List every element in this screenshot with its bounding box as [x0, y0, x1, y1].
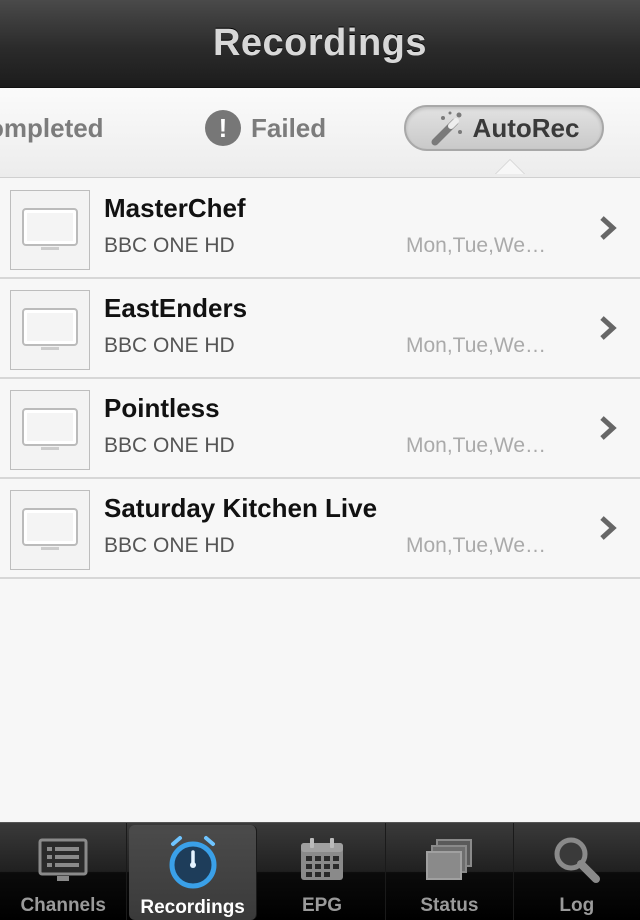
segmented-control: ompleted ! Failed AutoRec: [0, 88, 640, 178]
chevron-right-icon: [600, 516, 617, 540]
recording-days: Mon,Tue,We…: [406, 334, 547, 357]
recording-title: Saturday Kitchen Live: [104, 493, 378, 523]
recording-channel: BBC ONE HD: [104, 334, 235, 357]
tab-channels-label: Channels: [20, 895, 106, 916]
magnifier-icon: [552, 835, 602, 885]
recording-days: Mon,Tue,We…: [406, 234, 547, 257]
tv-thumbnail-icon: [10, 390, 90, 470]
tab-status-label: Status: [420, 895, 479, 916]
segment-autorec-label: AutoRec: [472, 112, 580, 143]
calendar-icon: [298, 835, 346, 885]
tv-thumbnail-icon: [10, 190, 90, 270]
list-item[interactable]: Saturday Kitchen Live BBC ONE HD Mon,Tue…: [0, 479, 640, 579]
tv-thumbnail-icon: [10, 490, 90, 570]
chevron-right-icon: [600, 216, 617, 240]
tab-bar: Channels Recordings EPG Status Log: [0, 822, 640, 920]
recordings-list: MasterChef BBC ONE HD Mon,Tue,We… EastEn…: [0, 179, 640, 579]
list-item[interactable]: MasterChef BBC ONE HD Mon,Tue,We…: [0, 179, 640, 279]
tab-log-label: Log: [559, 895, 595, 916]
tab-recordings[interactable]: Recordings: [129, 825, 257, 920]
tab-recordings-label: Recordings: [140, 897, 245, 918]
recording-title: Pointless: [104, 393, 220, 423]
tv-thumbnail-icon: [10, 290, 90, 370]
segment-failed-label: Failed: [251, 112, 327, 143]
recording-channel: BBC ONE HD: [104, 434, 235, 457]
stopwatch-icon: [165, 836, 221, 889]
channels-list-icon: [37, 835, 89, 885]
list-item[interactable]: Pointless BBC ONE HD Mon,Tue,We…: [0, 379, 640, 479]
chevron-right-icon: [600, 316, 617, 340]
stacked-windows-icon: [423, 835, 475, 885]
recording-title: EastEnders: [104, 293, 248, 323]
tab-channels[interactable]: Channels: [0, 823, 128, 920]
exclamation-icon: !: [205, 110, 241, 146]
nav-bar: Recordings: [0, 0, 640, 88]
recording-days: Mon,Tue,We…: [406, 434, 547, 457]
list-item[interactable]: EastEnders BBC ONE HD Mon,Tue,We…: [0, 279, 640, 379]
segment-completed[interactable]: ompleted: [0, 105, 104, 151]
recording-title: MasterChef: [104, 193, 246, 223]
tab-epg[interactable]: EPG: [259, 823, 387, 920]
segment-completed-label: ompleted: [0, 112, 104, 143]
tab-log[interactable]: Log: [514, 823, 640, 920]
tab-epg-label: EPG: [301, 895, 343, 916]
segment-autorec[interactable]: AutoRec: [404, 105, 604, 151]
tab-status[interactable]: Status: [386, 823, 514, 920]
page-title: Recordings: [212, 22, 428, 64]
segment-failed[interactable]: ! Failed: [205, 105, 326, 151]
recording-channel: BBC ONE HD: [104, 234, 235, 257]
chevron-right-icon: [600, 416, 617, 440]
magic-wand-icon: [431, 111, 462, 146]
recording-days: Mon,Tue,We…: [406, 534, 547, 557]
recording-channel: BBC ONE HD: [104, 534, 235, 557]
segment-pointer: [496, 160, 524, 174]
